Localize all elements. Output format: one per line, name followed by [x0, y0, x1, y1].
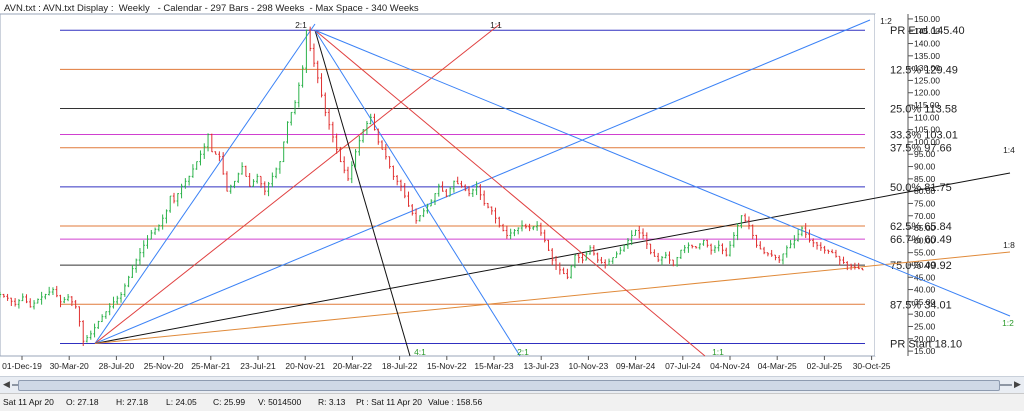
- x-tick-label: 15-Nov-22: [427, 361, 467, 371]
- status-range: R: 3.13: [318, 397, 346, 407]
- y-tick-label: 25.00: [914, 321, 936, 331]
- chart-window: AVN.txt : AVN.txt Display : Weekly - Cal…: [0, 0, 1024, 411]
- status-value: Value : 158.56: [428, 397, 483, 407]
- x-tick-label: 25-Mar-21: [191, 361, 230, 371]
- y-tick-label: 40.00: [914, 285, 936, 295]
- x-tick-label: 30-Oct-25: [853, 361, 891, 371]
- y-tick-label: 90.00: [914, 162, 936, 172]
- x-tick-label: 07-Jul-24: [665, 361, 701, 371]
- y-tick-label: 120.00: [914, 88, 940, 98]
- fan-label: 1:4: [1003, 145, 1015, 155]
- status-close: C: 25.99: [213, 397, 246, 407]
- x-tick-label: 23-Jul-21: [240, 361, 276, 371]
- x-tick-label: 13-Jul-23: [523, 361, 559, 371]
- x-tick-label: 28-Jul-20: [99, 361, 135, 371]
- x-tick-label: 01-Dec-19: [2, 361, 42, 371]
- retracement-label: 50.0% 81.75: [890, 182, 952, 194]
- x-tick-label: 15-Mar-23: [474, 361, 513, 371]
- status-point: Pt : Sat 11 Apr 20: [356, 397, 422, 407]
- status-bar: Sat 11 Apr 20 O: 27.18 H: 27.18 L: 24.05…: [0, 393, 1024, 411]
- retracement-label: 12.5% 129.49: [890, 64, 958, 76]
- status-date: Sat 11 Apr 20: [3, 397, 54, 407]
- fan-label: 1:8: [1003, 240, 1015, 250]
- x-tick-label: 10-Nov-23: [569, 361, 609, 371]
- retracement-label: PR Start 18.10: [890, 338, 962, 350]
- retracement-label: PR End 145.40: [890, 25, 965, 37]
- x-tick-label: 04-Mar-25: [758, 361, 797, 371]
- fan-label: 1:2: [880, 16, 892, 26]
- retracement-label: 62.5% 65.84: [890, 221, 952, 233]
- x-tick-label: 09-Mar-24: [616, 361, 655, 371]
- x-tick-label: 20-Nov-21: [285, 361, 325, 371]
- x-tick-label: 25-Nov-20: [144, 361, 184, 371]
- scroll-right-icon[interactable]: ▶: [1012, 378, 1023, 391]
- y-tick-label: 55.00: [914, 248, 936, 258]
- status-high: H: 27.18: [116, 397, 149, 407]
- y-tick-label: 125.00: [914, 75, 940, 85]
- retracement-label: 37.5% 97.66: [890, 143, 952, 155]
- fan-label: 4:1: [414, 347, 426, 357]
- fan-label: 1:1: [712, 347, 724, 357]
- x-tick-label: 04-Nov-24: [710, 361, 750, 371]
- y-tick-label: 70.00: [914, 211, 936, 221]
- status-volume: V: 5014500: [258, 397, 302, 407]
- x-tick-label: 18-Jul-22: [382, 361, 418, 371]
- fan-label: 1:1: [490, 20, 502, 30]
- fan-label: 1:2: [1002, 318, 1014, 328]
- scroll-thumb[interactable]: [18, 380, 1000, 391]
- x-tick-label: 02-Jul-25: [807, 361, 843, 371]
- y-tick-label: 75.00: [914, 198, 936, 208]
- retracement-label: 87.5% 34.01: [890, 299, 952, 311]
- y-tick-label: 150.00: [914, 14, 940, 24]
- status-open: O: 27.18: [66, 397, 99, 407]
- price-chart[interactable]: 15.0020.0025.0030.0035.0040.0045.0050.00…: [0, 0, 1024, 376]
- fan-label: 2:1: [295, 20, 307, 30]
- x-tick-label: 30-Mar-20: [50, 361, 89, 371]
- x-tick-label: 20-Mar-22: [333, 361, 372, 371]
- y-tick-label: 140.00: [914, 39, 940, 49]
- retracement-label: 25.0% 113.58: [890, 104, 957, 116]
- retracement-label: 33.3% 103.01: [890, 130, 958, 142]
- y-tick-label: 135.00: [914, 51, 940, 61]
- scroll-left-icon[interactable]: ◀: [1, 378, 12, 391]
- retracement-label: 66.7% 60.49: [890, 234, 952, 246]
- fan-label: 2:1: [517, 347, 529, 357]
- status-low: L: 24.05: [166, 397, 197, 407]
- horizontal-scrollbar[interactable]: ◀ ▶: [0, 376, 1024, 393]
